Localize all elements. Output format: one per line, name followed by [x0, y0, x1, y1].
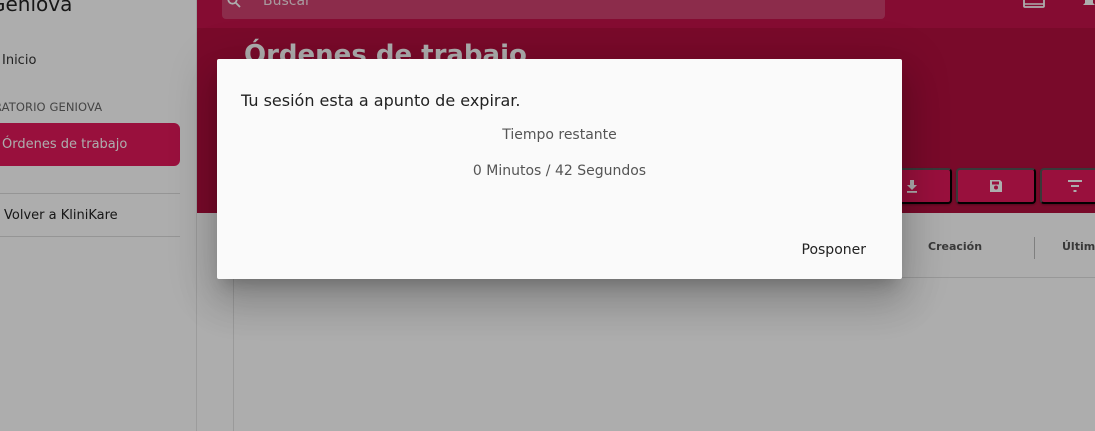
- postpone-button[interactable]: Posponer: [790, 235, 879, 265]
- remaining-time-label: Tiempo restante: [502, 127, 617, 143]
- session-expiry-dialog: Tu sesión esta a apunto de expirar. Tiem…: [217, 59, 902, 279]
- remaining-time-value: 0 Minutos / 42 Segundos: [472, 163, 647, 179]
- dialog-message: Tu sesión esta a apunto de expirar.: [241, 91, 521, 110]
